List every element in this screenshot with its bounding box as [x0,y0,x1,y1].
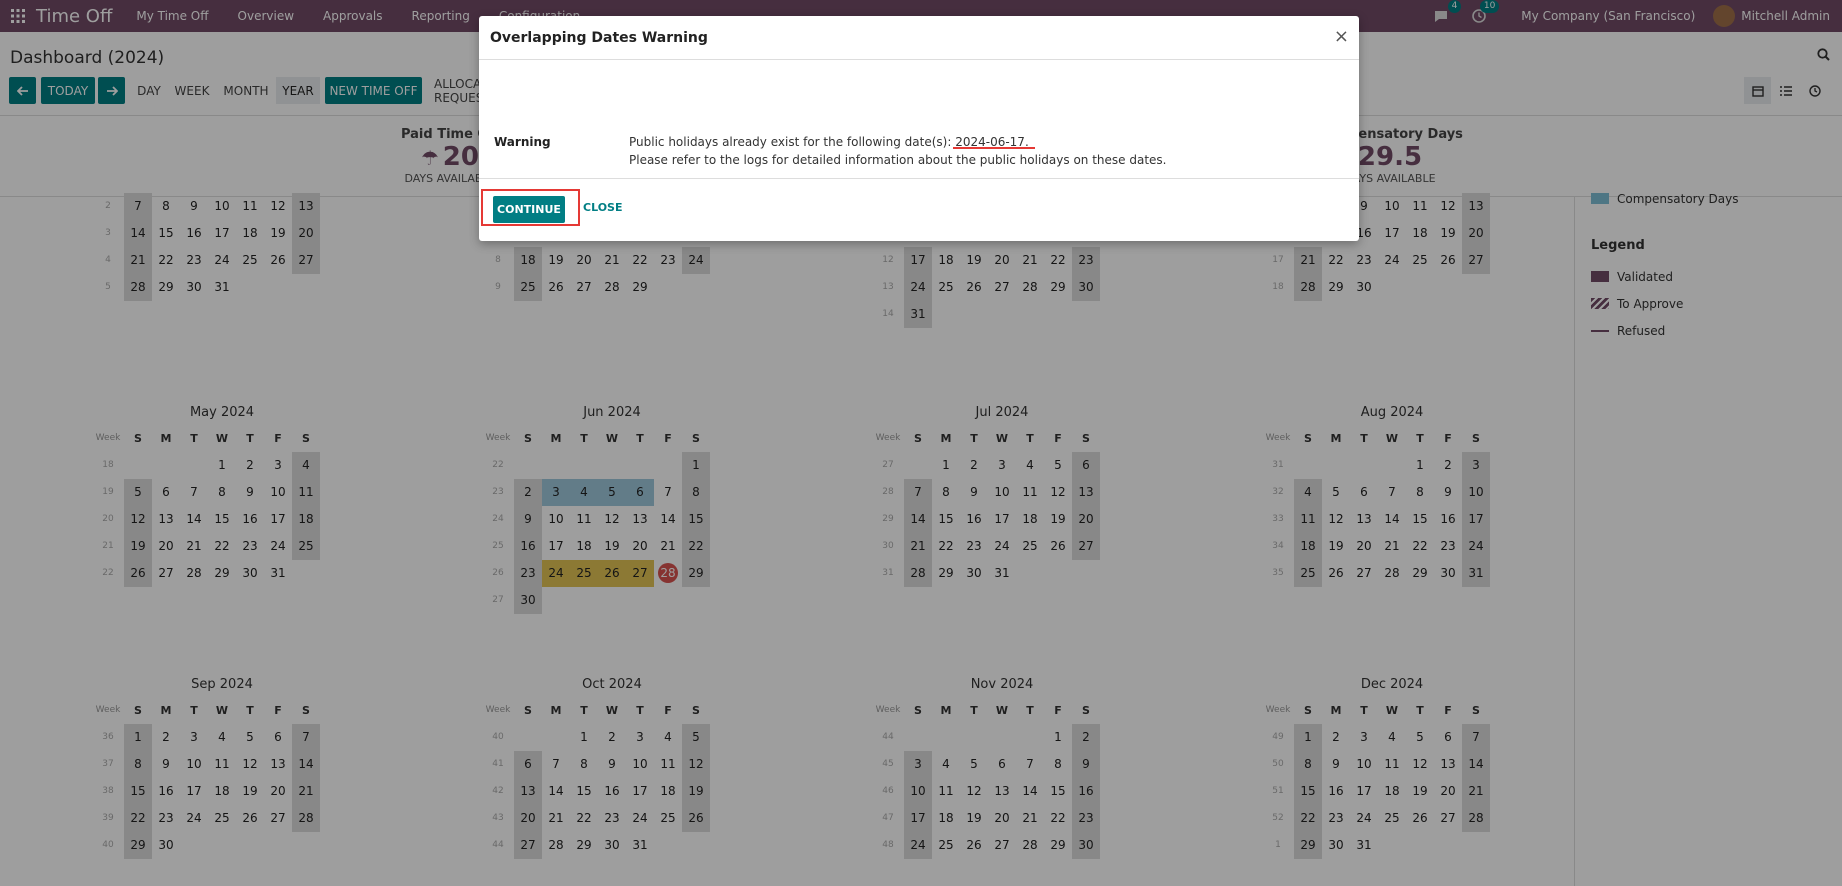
warning-message: Public holidays already exist for the fo… [629,133,1166,169]
warning-label: Warning [494,135,551,149]
close-icon[interactable]: × [1334,26,1349,47]
warning-line-1: Public holidays already exist for the fo… [629,133,1166,151]
warning-date: 2024-06-17. [955,135,1029,149]
modal-body: Warning Public holidays already exist fo… [479,60,1359,179]
modal-footer: CONTINUE CLOSE [479,179,1359,241]
warning-line-1-prefix: Public holidays already exist for the fo… [629,135,956,149]
warning-line-2: Please refer to the logs for detailed in… [629,153,1167,167]
modal-header: Overlapping Dates Warning [479,16,1359,60]
continue-button[interactable]: CONTINUE [493,196,565,223]
modal-title: Overlapping Dates Warning [490,29,708,46]
close-button[interactable]: CLOSE [583,201,622,214]
overlapping-dates-dialog: Overlapping Dates Warning × Warning Publ… [479,16,1359,241]
